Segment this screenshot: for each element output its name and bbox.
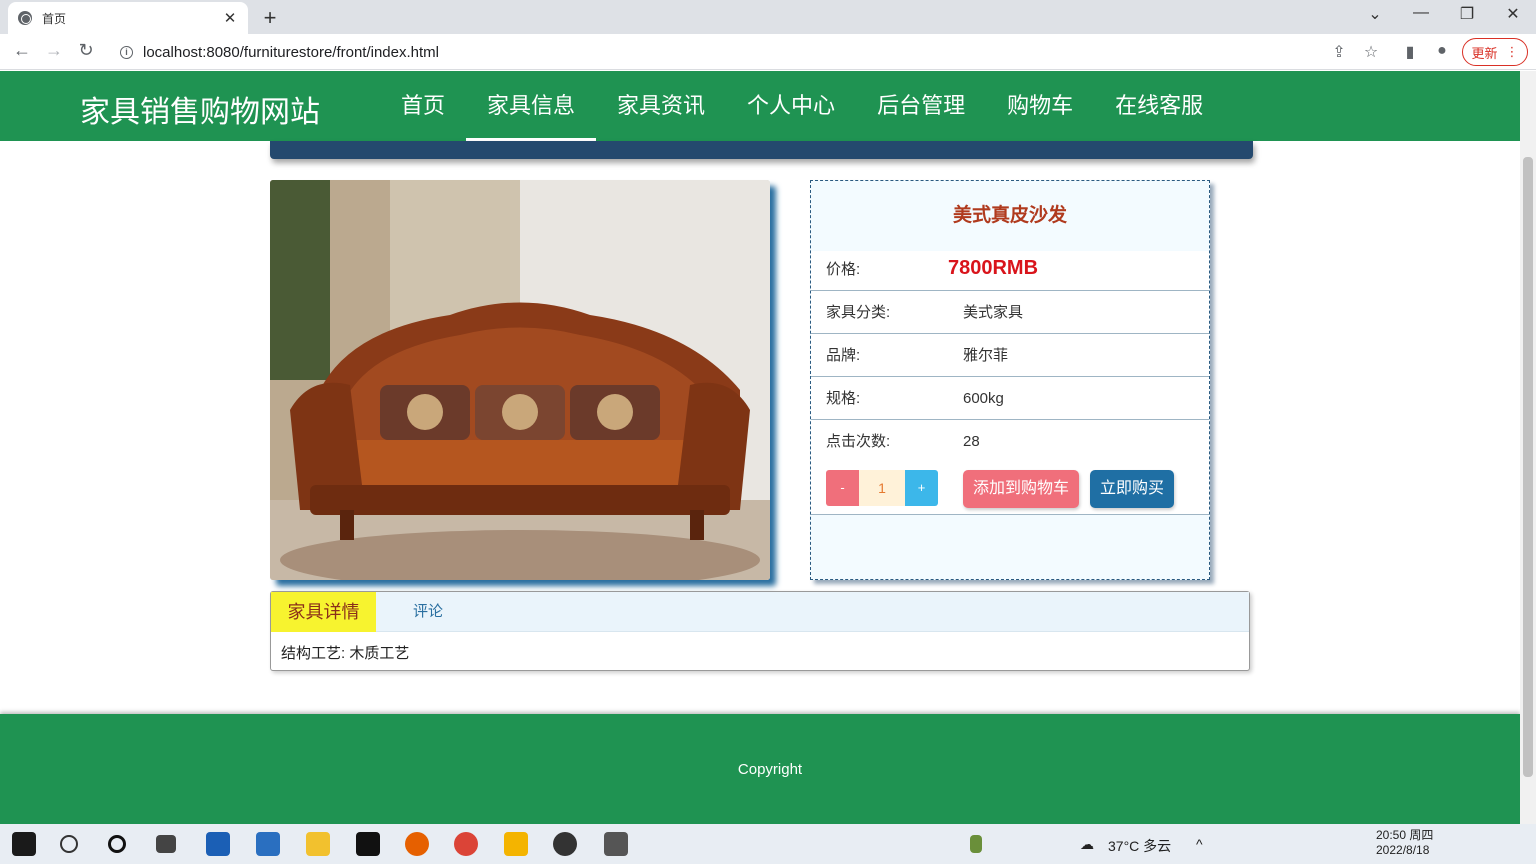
window-close-button[interactable]: ✕ [1498,4,1528,24]
product-info-panel: 美式真皮沙发 价格: 7800RMB 家具分类: 美式家具 品牌: 雅尔菲 规格… [810,180,1210,580]
new-tab-button[interactable]: + [258,5,282,31]
page-scrollbar[interactable] [1520,71,1536,824]
nav-furniture-news[interactable]: 家具资讯 [596,71,726,141]
reload-icon[interactable]: ↻ [74,40,98,61]
brand-label: 品牌: [826,347,861,364]
back-icon[interactable]: ← [10,40,34,61]
quantity-increase-button[interactable]: + [905,470,938,506]
share-icon[interactable]: ⇪ [1329,42,1349,62]
buy-now-button[interactable]: 立即购买 [1090,470,1174,508]
nav-admin[interactable]: 后台管理 [856,71,986,141]
store-icon[interactable] [206,832,230,856]
sofa-illustration [270,180,770,580]
price-value: 7800RMB [948,257,1039,279]
mail-icon[interactable] [256,832,280,856]
intellij-icon[interactable] [356,832,380,856]
tab-search-icon[interactable]: ⌄ [1360,4,1390,24]
profile-icon[interactable]: ● [1432,42,1452,62]
copyright-text: Copyright [737,761,803,778]
add-to-cart-button[interactable]: 添加到购物车 [963,470,1079,508]
spec-value: 600kg [963,390,1004,407]
tab-furniture-details[interactable]: 家具详情 [271,592,376,632]
nav-furniture-info[interactable]: 家具信息 [466,71,597,141]
product-name: 美式真皮沙发 [952,205,1067,226]
forward-icon[interactable]: → [42,40,66,61]
battery-app-icon[interactable] [970,835,982,853]
clicks-row: 点击次数: 28 [811,420,1209,463]
bookmark-star-icon[interactable]: ☆ [1361,42,1381,62]
detail-tab-bar: 家具详情 评论 [271,592,1249,632]
nav-home[interactable]: 首页 [380,71,466,141]
tab-comments[interactable]: 评论 [413,592,443,632]
address-bar[interactable]: i localhost:8080/furniturestore/front/in… [110,38,1390,66]
quantity-input[interactable]: 1 [859,470,905,506]
site-footer: Copyright [0,714,1520,824]
tray-chevron-icon[interactable]: ^ [1196,836,1203,852]
site-header: 家具销售购物网站 首页 家具信息 家具资讯 个人中心 后台管理 购物车 在线客服 [0,71,1520,141]
browser-tabbar: 首页 ✕ + ⌄ — ❐ ✕ [0,0,1536,34]
site-title[interactable]: 家具销售购物网站 [80,87,320,131]
breadcrumb-strip [270,141,1253,159]
spec-row: 规格: 600kg [811,377,1209,420]
quantity-decrease-button[interactable]: - [826,470,859,506]
category-value: 美式家具 [963,304,1024,321]
category-row: 家具分类: 美式家具 [811,291,1209,334]
browser-tab[interactable]: 首页 ✕ [8,2,248,34]
detail-text: 结构工艺: 木质工艺 [281,645,410,662]
weather-icon: ☁ [1080,836,1094,852]
side-panel-icon[interactable]: ▮ [1400,42,1420,62]
site-info-icon[interactable]: i [120,45,133,59]
browser-toolbar: ← → ↻ i localhost:8080/furniturestore/fr… [0,34,1536,70]
close-tab-icon[interactable]: ✕ [222,9,238,27]
nav-customer-service[interactable]: 在线客服 [1094,71,1224,141]
action-row: - 1 + 添加到购物车 立即购买 [811,462,1209,515]
restore-button[interactable]: ❐ [1452,4,1482,24]
spec-label: 规格: [826,390,861,407]
price-row: 价格: 7800RMB [811,251,1209,291]
product-image [270,180,770,580]
firefox-icon[interactable] [405,832,429,856]
nav-cart[interactable]: 购物车 [986,71,1094,141]
system-clock[interactable]: 20:50 周四 2022/8/18 [1376,828,1433,858]
detail-tabs-panel: 家具详情 评论 结构工艺: 木质工艺 [270,591,1250,671]
windows-taskbar: ☁ 37°C 多云 ^ 20:50 周四 2022/8/18 [0,824,1536,864]
clicks-label: 点击次数: [826,433,891,450]
tab-title: 首页 [42,11,67,26]
app-icon[interactable] [553,832,577,856]
clock-time: 20:50 周四 [1376,828,1434,842]
menu-dots-icon: ⋮ [1505,44,1519,59]
update-label: 更新 [1471,45,1498,61]
brand-row: 品牌: 雅尔菲 [811,334,1209,377]
clicks-value: 28 [963,433,980,450]
price-label: 价格: [826,261,861,278]
globe-icon [18,11,32,25]
notes-icon[interactable] [306,832,330,856]
category-label: 家具分类: [826,304,891,321]
clock-date: 2022/8/18 [1376,843,1430,857]
task-view-icon[interactable] [156,835,176,853]
file-explorer-icon[interactable] [504,832,528,856]
main-nav: 首页 家具信息 家具资讯 个人中心 后台管理 购物车 在线客服 [380,71,1224,141]
url-text: localhost:8080/furniturestore/front/inde… [143,43,439,61]
weather-text[interactable]: 37°C 多云 [1108,836,1171,856]
brand-value: 雅尔菲 [963,347,1009,364]
cortana-icon[interactable] [108,835,126,853]
search-icon[interactable] [60,835,78,853]
nav-personal-center[interactable]: 个人中心 [726,71,856,141]
scroll-thumb[interactable] [1523,157,1533,777]
tool-icon[interactable] [604,832,628,856]
start-icon[interactable] [12,832,36,856]
chrome-icon[interactable] [454,832,478,856]
minimize-button[interactable]: — [1406,4,1436,22]
update-button[interactable]: 更新 ⋮ [1462,38,1528,66]
